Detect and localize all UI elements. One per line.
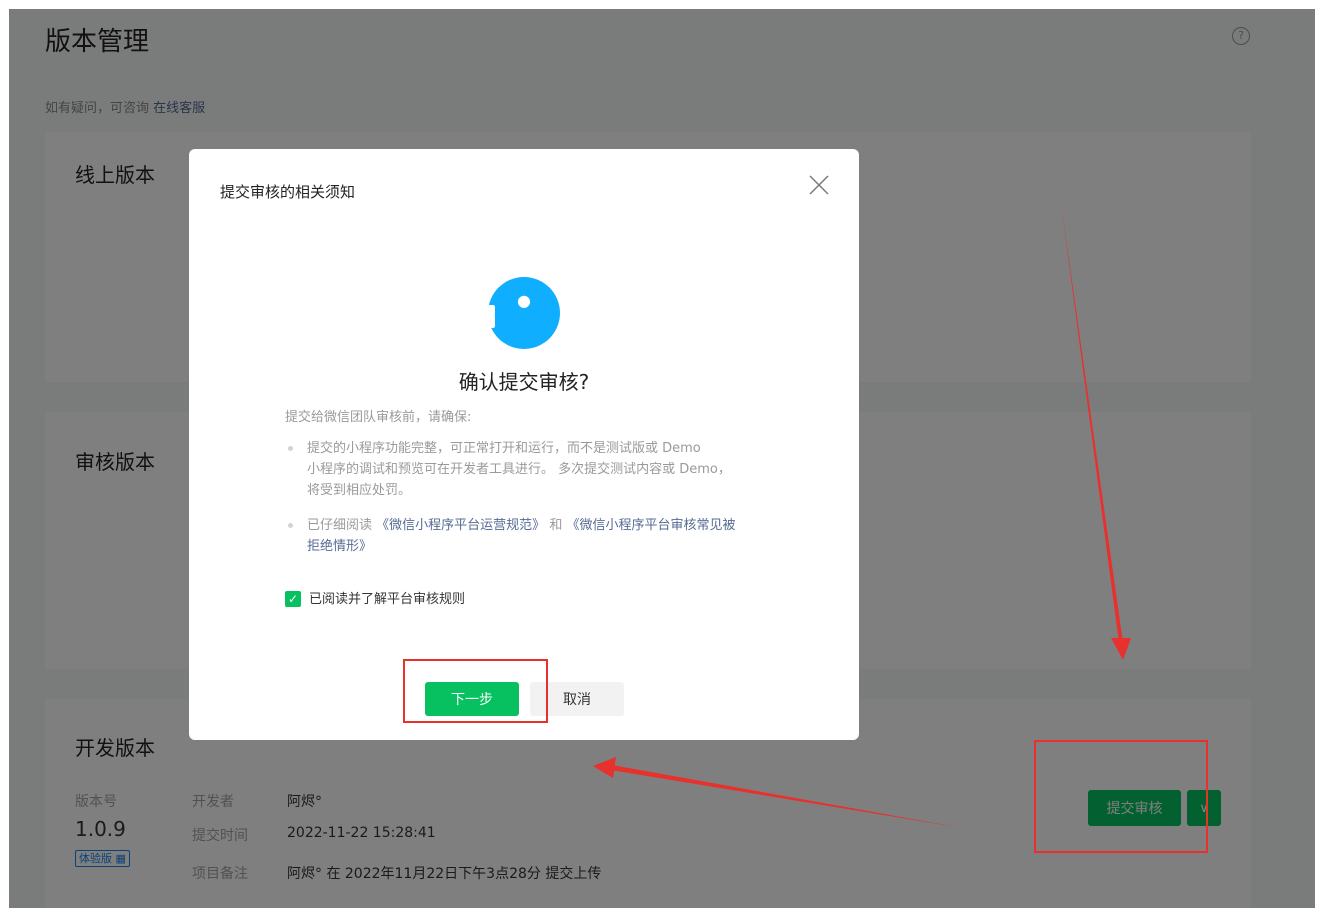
agree-checkbox[interactable]: ✓ — [285, 591, 301, 607]
and-text: 和 — [549, 518, 563, 533]
info-icon: ● — [488, 277, 560, 349]
page-background: 版本管理 ? 如有疑问，可咨询 在线客服 线上版本 审核版本 开发版本 版本号 … — [9, 9, 1315, 908]
close-icon[interactable] — [808, 174, 830, 196]
rejection-cases-link-cont[interactable]: 拒绝情形》 — [307, 539, 372, 554]
bullet-dot — [288, 446, 293, 451]
requirement-item-2: 已仔细阅读 《微信小程序平台运营规范》 和 《微信小程序平台审核常见被 拒绝情形… — [285, 515, 787, 557]
requirement-item-1: 提交的小程序功能完整，可正常打开和运行，而不是测试版或 Demo 小程序的调试和… — [285, 438, 787, 501]
cancel-button[interactable]: 取消 — [530, 682, 624, 716]
rejection-cases-link[interactable]: 《微信小程序平台审核常见被 — [566, 518, 735, 533]
requirement-line: 将受到相应处罚。 — [307, 483, 412, 498]
dialog-title: 提交审核的相关须知 — [220, 183, 356, 201]
operation-rules-link[interactable]: 《微信小程序平台运营规范》 — [376, 518, 545, 533]
intro-text: 提交给微信团队审核前，请确保: — [285, 410, 472, 425]
agree-label[interactable]: 已阅读并了解平台审核规则 — [309, 591, 465, 608]
requirement-line: 小程序的调试和预览可在开发者工具进行。 多次提交测试内容或 Demo， — [307, 462, 731, 477]
requirement-line: 提交的小程序功能完整，可正常打开和运行，而不是测试版或 Demo — [307, 441, 701, 456]
bullet-dot — [288, 523, 293, 528]
next-step-button[interactable]: 下一步 — [425, 682, 519, 716]
read-prefix: 已仔细阅读 — [307, 518, 373, 533]
confirm-title: 确认提交审核? — [458, 370, 590, 394]
submit-review-dialog: 提交审核的相关须知 ● 确认提交审核? 提交给微信团队审核前，请确保: 提交的小… — [189, 149, 859, 740]
